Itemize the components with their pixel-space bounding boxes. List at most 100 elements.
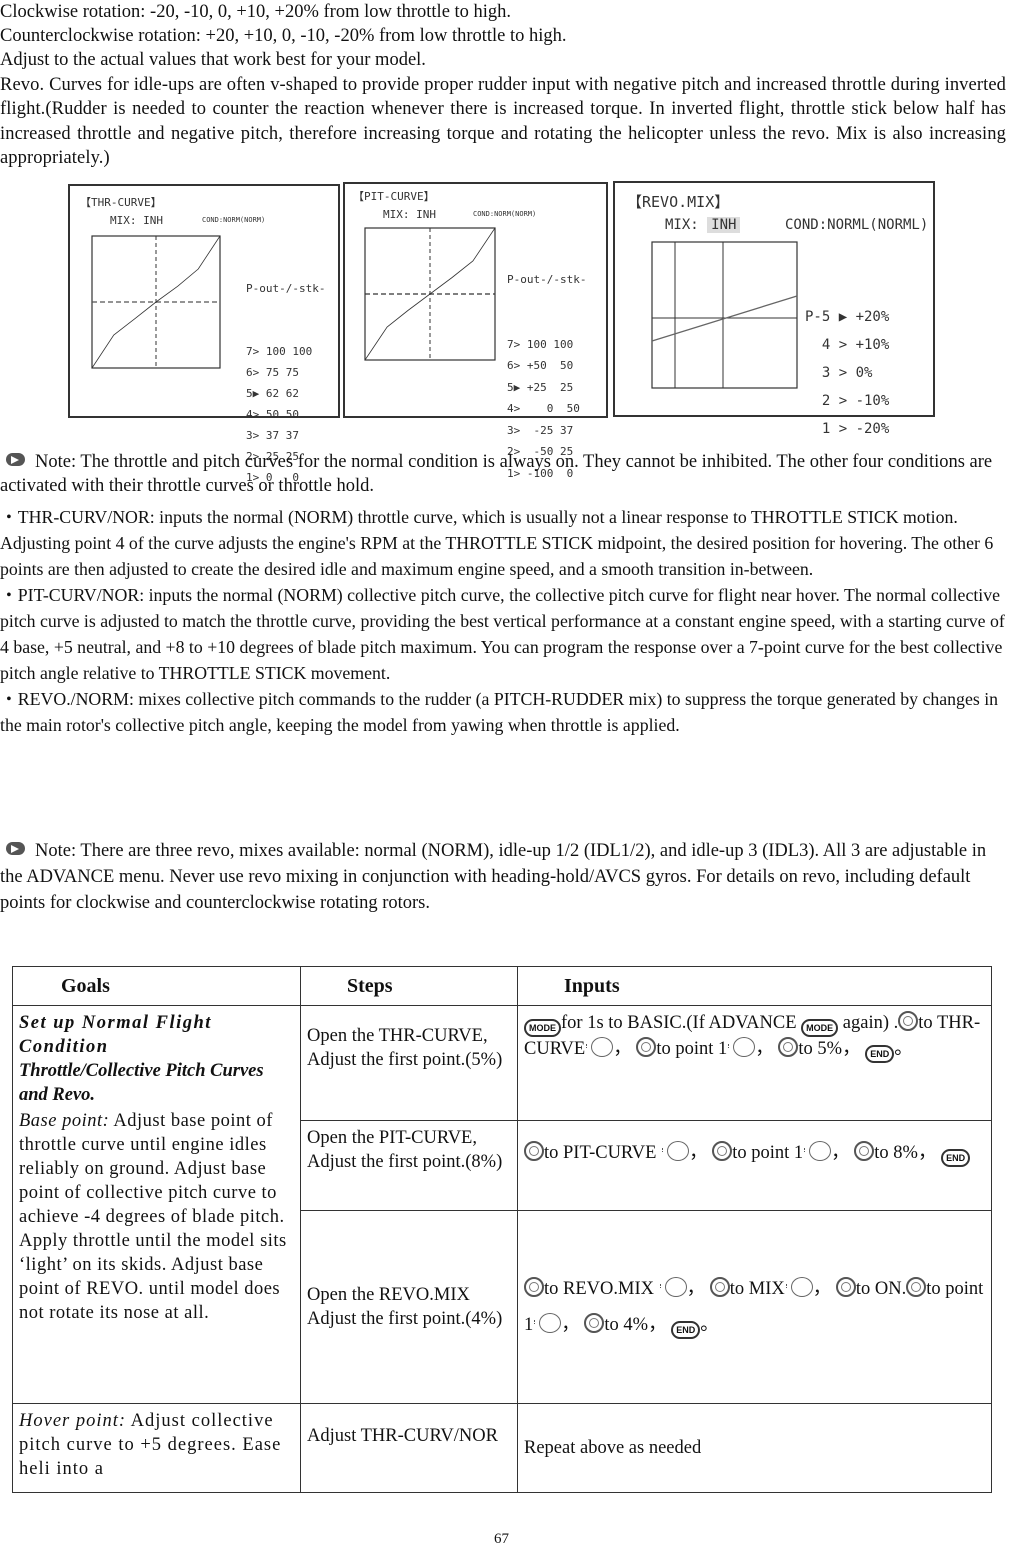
- input-text: to point 1: [732, 1143, 804, 1163]
- mode-button-icon: MODE: [801, 1019, 839, 1037]
- point-row: 7> 100 100: [507, 337, 574, 351]
- input-text: for 1s to BASIC.(If ADVANCE: [561, 1013, 802, 1033]
- bullet-text: REVO./NORM: mixes collective pitch comma…: [0, 689, 999, 735]
- point-row: 5▶ +25 25: [507, 380, 574, 394]
- input-text: to 5%，: [798, 1039, 866, 1059]
- point-header: P-out-/-stk-: [246, 282, 326, 295]
- setup-table: Goals Steps Inputs Set up Normal Flight …: [12, 966, 992, 1493]
- input-text: ，: [812, 1279, 836, 1299]
- note-2-text: Note: There are three revo, mixes availa…: [0, 841, 987, 913]
- point-row: 5▶ 62 62: [246, 387, 299, 400]
- pit-curve-screen: 【PIT-CURVE】 MIX: INH COND:NORM(NORM) P-o…: [343, 182, 608, 480]
- step-cell: Open the PIT-CURVE, Adjust the first poi…: [300, 1120, 518, 1211]
- jog-dial-icon: [524, 1277, 544, 1297]
- end-button-icon: END: [865, 1045, 895, 1063]
- jog-dial-icon: [898, 1011, 919, 1031]
- bullet-text: PIT-CURV/NOR: inputs the normal (NORM) c…: [0, 585, 1005, 683]
- end-button-icon: END: [941, 1149, 971, 1167]
- input-text: ，: [613, 1039, 637, 1059]
- input-text: to 4%，: [604, 1315, 672, 1335]
- bullet-item: ・PIT-CURV/NOR: inputs the normal (NORM) …: [0, 585, 1005, 683]
- note-1: Note: The throttle and pitch curves for …: [0, 450, 1006, 499]
- input-text: ，: [561, 1315, 585, 1335]
- point-row: P-5 ▶ +20%: [805, 309, 890, 325]
- note-arrow-icon: [6, 453, 25, 466]
- revo-paragraph: Revo. Curves for idle-ups are often v-sh…: [0, 75, 1006, 169]
- input-text: to 8%，: [874, 1143, 942, 1163]
- revo-mix-screen: 【REVO.MIX】 MIX: INH COND:NORML(NORML) P-…: [613, 181, 935, 437]
- jog-dial-icon: [854, 1141, 875, 1161]
- point-row: 6> 75 75: [246, 366, 299, 379]
- jog-dial-icon: [778, 1037, 799, 1057]
- goal-subtitle: Throttle/Collective Pitch Curves and Rev…: [19, 1061, 264, 1105]
- goal-cell: Hover point: Adjust collective pitch cur…: [12, 1403, 301, 1493]
- intro-line-3: Adjust to the actual values that work be…: [0, 50, 426, 70]
- point-header: P-out-/-stk-: [507, 273, 587, 286]
- input-text: to MIX: [729, 1279, 785, 1299]
- input-text: 。: [700, 1315, 719, 1335]
- input-text: ，: [686, 1279, 710, 1299]
- point-row: 4 > +10%: [805, 337, 890, 353]
- input-text: to REVO.MIX: [544, 1279, 659, 1299]
- input-cell: MODE for 1s to BASIC.(If ADVANCE MODE aga…: [517, 1005, 992, 1121]
- input-cell: Repeat above as needed: [517, 1403, 992, 1493]
- bullet-item: ・THR-CURV/NOR: inputs the normal (NORM) …: [0, 507, 994, 579]
- step-cell: Open the REVO.MIX Adjust the first point…: [300, 1210, 518, 1404]
- point-row: 6> +50 50: [507, 359, 574, 372]
- table-row: Hover point: Adjust collective pitch cur…: [12, 1403, 992, 1493]
- jog-dial-icon: [636, 1037, 657, 1057]
- bullet-list: ・THR-CURV/NOR: inputs the normal (NORM) …: [0, 504, 1006, 738]
- input-text: ，: [689, 1143, 713, 1163]
- dial-push-icon: [785, 1277, 813, 1297]
- input-text: Repeat above as needed: [524, 1438, 702, 1458]
- dial-push-icon: [659, 1277, 687, 1297]
- jog-dial-icon: [906, 1277, 927, 1297]
- thr-curve-screen: 【THR-CURVE】 MIX: INH COND:NORM(NORM) P-o…: [68, 184, 340, 484]
- table-row: Set up Normal Flight Condition Throttle/…: [12, 1005, 992, 1404]
- jog-dial-icon: [712, 1141, 733, 1161]
- bullet-item: ・REVO./NORM: mixes collective pitch comm…: [0, 689, 999, 735]
- point-row: 4> 0 50: [507, 402, 580, 415]
- dial-push-icon: [662, 1141, 690, 1161]
- intro-line-1: Clockwise rotation: -20, -10, 0, +10, +2…: [0, 2, 512, 22]
- step-cell: Open the THR-CURVE, Adjust the first poi…: [300, 1005, 518, 1121]
- input-cell: to PIT-CURVE ， to point 1 ， to 8%， END: [517, 1120, 992, 1211]
- dial-push-icon: [534, 1313, 562, 1333]
- header-steps: Steps: [300, 966, 518, 1006]
- header-goals: Goals: [12, 966, 301, 1006]
- dial-push-icon: [804, 1141, 832, 1161]
- page-number: 67: [494, 1531, 509, 1547]
- goal-title: Set up Normal Flight Condition: [19, 1013, 212, 1057]
- input-text: ，: [755, 1039, 779, 1059]
- input-text: to point 1: [656, 1039, 728, 1059]
- point-row: 3> -25 37: [507, 423, 574, 437]
- dial-push-icon: [728, 1037, 756, 1057]
- input-text: ，: [831, 1143, 855, 1163]
- note-2: Note: There are three revo, mixes availa…: [0, 838, 1010, 916]
- jog-dial-icon: [584, 1313, 605, 1333]
- input-text: again) .: [838, 1013, 899, 1033]
- step-cell: Adjust THR-CURV/NOR: [300, 1403, 518, 1493]
- intro-line-2: Counterclockwise rotation: +20, +10, 0, …: [0, 26, 567, 46]
- jog-dial-icon: [835, 1277, 856, 1297]
- base-point-text: Adjust base point of throttle curve unti…: [19, 1111, 287, 1323]
- header-inputs: Inputs: [517, 966, 992, 1006]
- dial-push-icon: [586, 1037, 614, 1057]
- jog-dial-icon: [524, 1141, 544, 1161]
- point-row: 1 > -20%: [805, 421, 890, 437]
- bullet-text: THR-CURV/NOR: inputs the normal (NORM) t…: [0, 507, 994, 579]
- point-row: 2 > -10%: [805, 393, 890, 409]
- mode-button-icon: MODE: [524, 1019, 561, 1037]
- goal-cell: Set up Normal Flight Condition Throttle/…: [12, 1005, 301, 1404]
- table-header-row: Goals Steps Inputs: [12, 966, 992, 1006]
- jog-dial-icon: [709, 1277, 730, 1297]
- point-row: 7> 100 100: [246, 345, 313, 358]
- point-row: 4> 50 50: [246, 408, 299, 421]
- note-1-text: Note: The throttle and pitch curves for …: [0, 452, 993, 497]
- point-row: 3 > 0%: [805, 365, 873, 381]
- end-button-icon: END: [671, 1321, 701, 1339]
- hover-point-label: Hover point:: [19, 1411, 127, 1431]
- input-text: to PIT-CURVE: [544, 1143, 662, 1163]
- note-arrow-icon: [6, 842, 25, 855]
- point-row: 3> 37 37: [246, 429, 299, 442]
